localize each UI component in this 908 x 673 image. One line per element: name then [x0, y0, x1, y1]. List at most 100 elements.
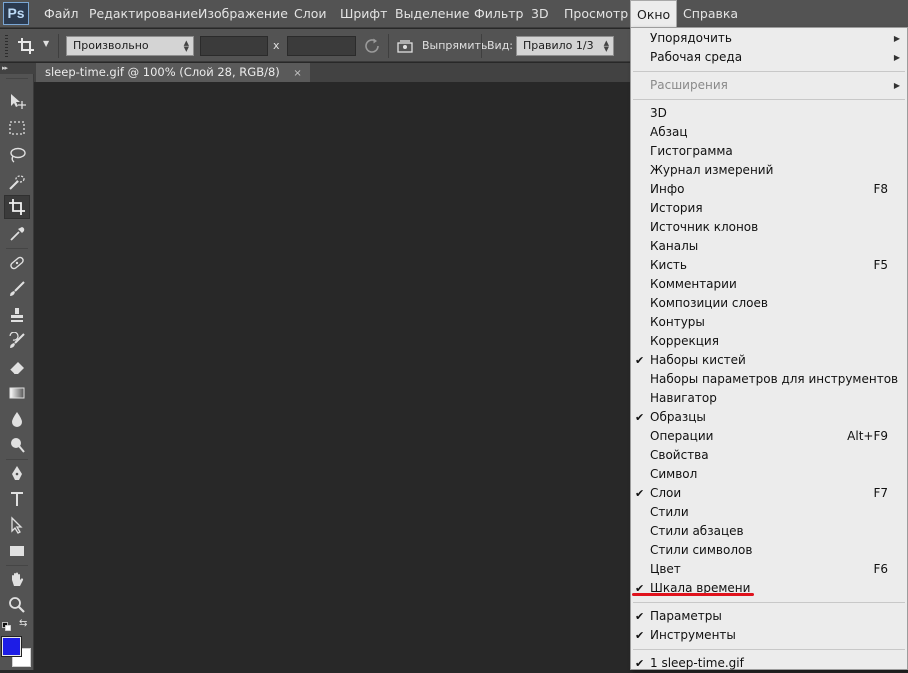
window-menu-item[interactable]: Символ [631, 465, 907, 484]
checkmark-icon: ✔ [635, 629, 645, 642]
options-grip[interactable] [5, 35, 8, 57]
gradient-tool[interactable] [4, 381, 30, 405]
window-menu-item[interactable]: Свойства [631, 446, 907, 465]
menu-image[interactable]: Изображение [192, 0, 294, 28]
type-tool[interactable] [4, 487, 30, 511]
window-menu-item-label: Цвет [650, 562, 681, 576]
window-menu-item[interactable]: Инфо F8 [631, 180, 907, 199]
straighten-icon[interactable] [396, 37, 416, 55]
swap-colors-icon[interactable]: ⇆ [19, 619, 30, 629]
path-selection-tool[interactable] [4, 513, 30, 537]
healing-brush-tool[interactable] [4, 251, 30, 275]
brush-icon [8, 280, 26, 298]
window-menu-item[interactable]: Стили абзацев [631, 522, 907, 541]
window-menu-item[interactable]: Стили символов [631, 541, 907, 560]
history-brush-tool[interactable] [4, 329, 30, 353]
dodge-icon [8, 436, 26, 454]
tool-preset-chevron-icon[interactable]: ▼ [43, 39, 49, 48]
window-menu-item[interactable]: Контуры [631, 313, 907, 332]
shortcut-label: F8 [873, 182, 888, 196]
window-menu-item[interactable]: ✔ 1 sleep-time.gif [631, 654, 907, 673]
submenu-arrow-icon: ▶ [893, 53, 900, 62]
document-canvas[interactable] [34, 82, 632, 670]
window-menu-item[interactable]: Коррекция [631, 332, 907, 351]
window-menu-item[interactable]: Кисть F5 [631, 256, 907, 275]
window-menu-item[interactable]: Навигатор [631, 389, 907, 408]
gradient-icon [8, 384, 26, 402]
bandage-icon [8, 254, 26, 272]
window-menu-item[interactable]: Журнал измерений [631, 161, 907, 180]
width-field[interactable] [200, 36, 268, 56]
window-menu-item[interactable]: Гистограмма [631, 142, 907, 161]
rectangle-tool[interactable] [4, 539, 30, 563]
crop-tool[interactable] [4, 195, 30, 219]
swap-rotate-icon[interactable] [363, 37, 383, 55]
window-menu-item[interactable]: Операции Alt+F9 [631, 427, 907, 446]
eraser-icon [8, 358, 26, 376]
eraser-tool[interactable] [4, 355, 30, 379]
menu-select[interactable]: Выделение [389, 0, 475, 28]
window-menu-item-label: Коррекция [650, 334, 719, 348]
window-menu-item[interactable]: Композиции слоев [631, 294, 907, 313]
window-menu-item[interactable]: Стили [631, 503, 907, 522]
menu-view[interactable]: Просмотр [558, 0, 634, 28]
menu-window[interactable]: Окно [630, 0, 678, 28]
window-menu-item-label: Свойства [650, 448, 709, 462]
shortcut-label: Alt+F9 [847, 429, 888, 443]
menu-help[interactable]: Справка [677, 0, 744, 28]
window-menu-item[interactable]: ✔ Образцы [631, 408, 907, 427]
lasso-tool[interactable] [4, 143, 30, 167]
marquee-tool[interactable] [4, 116, 30, 140]
menu-bar: Ps Файл Редактирование Изображение Слои … [0, 0, 908, 28]
crop-icon[interactable] [16, 36, 38, 56]
history-brush-icon [8, 332, 26, 350]
foreground-color-swatch[interactable] [1, 636, 22, 657]
dodge-tool[interactable] [4, 433, 30, 457]
menu-filter[interactable]: Фильтр [468, 0, 529, 28]
eyedropper-tool[interactable] [4, 222, 30, 246]
menu-layer[interactable]: Слои [288, 0, 333, 28]
menu-3d[interactable]: 3D [525, 0, 555, 28]
window-menu-item[interactable]: ✔ Инструменты [631, 626, 907, 645]
window-menu-item-label: Наборы параметров для инструментов [650, 372, 899, 386]
brush-tool[interactable] [4, 277, 30, 301]
window-menu-item[interactable]: ✔ Наборы кистей [631, 351, 907, 370]
window-menu-item[interactable]: Источник клонов [631, 218, 907, 237]
window-menu-dropdown: Упорядочить ▶ Рабочая среда ▶ Расширения ▶ 3D А… [630, 27, 908, 670]
window-menu-item[interactable]: 3D [631, 104, 907, 123]
drop-icon [8, 410, 26, 428]
updown-icon: ▲ ▼ [603, 39, 609, 53]
quick-selection-tool[interactable] [4, 170, 30, 194]
window-menu-item[interactable]: Каналы [631, 237, 907, 256]
move-tool[interactable] [4, 89, 30, 113]
shortcut-label: F5 [873, 258, 888, 272]
menu-file[interactable]: Файл [38, 0, 85, 28]
window-menu-item[interactable]: Наборы параметров для инструментов [631, 370, 907, 389]
window-menu-item[interactable]: Упорядочить ▶ [631, 29, 907, 48]
document-tab[interactable]: sleep-time.gif @ 100% (Слой 28, RGB/8) × [36, 63, 310, 82]
tools-divider [6, 459, 28, 460]
hand-tool[interactable] [4, 568, 30, 592]
pen-tool[interactable] [4, 461, 30, 485]
view-select[interactable]: Правило 1/3 ▲ ▼ [516, 36, 614, 56]
window-menu-item[interactable]: Комментарии [631, 275, 907, 294]
close-icon[interactable]: × [293, 68, 301, 79]
preset-select[interactable]: Произвольно ▲ ▼ [66, 36, 194, 56]
window-menu-item[interactable]: История [631, 199, 907, 218]
clone-stamp-tool[interactable] [4, 303, 30, 327]
window-menu-item[interactable]: ✔ Слои F7 [631, 484, 907, 503]
window-menu-item[interactable]: Цвет F6 [631, 560, 907, 579]
straighten-button[interactable]: Выпрямить [422, 37, 487, 55]
window-menu-item[interactable]: Абзац [631, 123, 907, 142]
menu-edit[interactable]: Редактирование [83, 0, 204, 28]
menu-type[interactable]: Шрифт [334, 0, 393, 28]
height-field[interactable] [287, 36, 356, 56]
default-colors-icon[interactable] [2, 620, 11, 631]
tools-panel-collapse-icon[interactable]: ▸▸ [0, 63, 34, 74]
menu-separator [633, 71, 905, 72]
window-menu-item[interactable]: Рабочая среда ▶ [631, 48, 907, 67]
photoshop-logo[interactable]: Ps [3, 2, 29, 25]
zoom-tool[interactable] [4, 593, 30, 617]
blur-tool[interactable] [4, 407, 30, 431]
window-menu-item[interactable]: ✔ Параметры [631, 607, 907, 626]
